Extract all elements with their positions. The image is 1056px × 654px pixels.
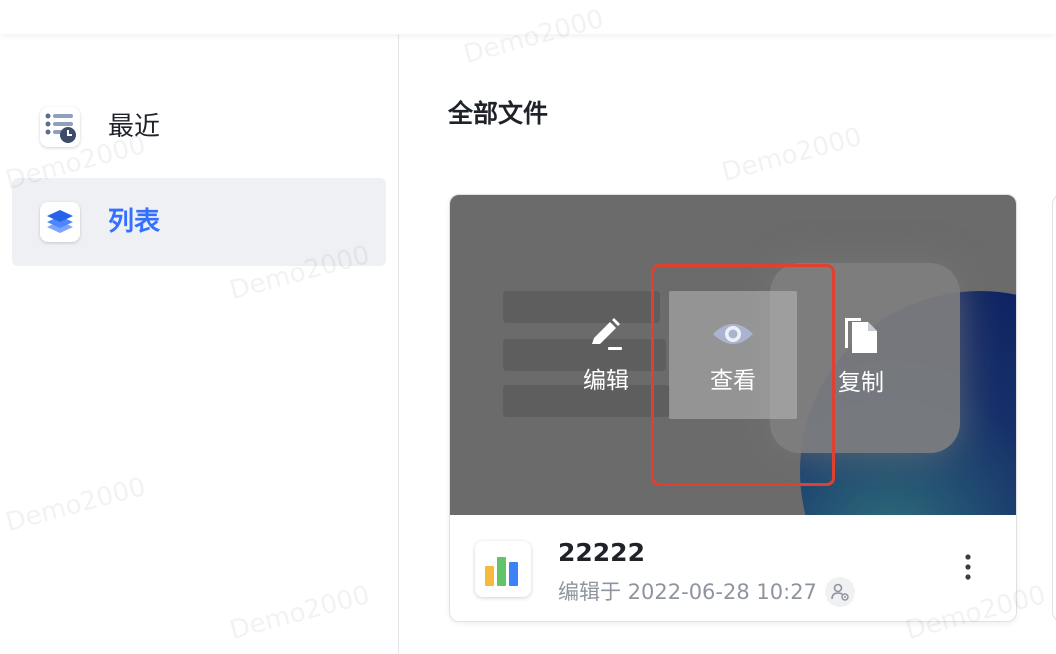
more-options-button[interactable] — [953, 551, 983, 587]
file-card-footer: 22222 编辑于 2022-06-28 10:27 — [450, 515, 1016, 621]
file-card-partial[interactable] — [1052, 194, 1056, 622]
bar-chart-file-icon — [475, 541, 531, 597]
main-content: 全部文件 编辑 查看 复制 22222 编辑于 2022-06-28 10:27 — [400, 34, 1056, 654]
file-name[interactable]: 22222 — [558, 537, 645, 569]
user-settings-icon[interactable] — [824, 577, 855, 607]
file-card-cover: 编辑 查看 复制 — [450, 195, 1016, 515]
file-edit-time: 编辑于 2022-06-28 10:27 — [558, 580, 817, 604]
sidebar-item-list[interactable]: 列表 — [12, 178, 386, 266]
recent-list-clock-icon — [40, 107, 80, 147]
copy-button-label: 复制 — [838, 370, 884, 396]
file-card[interactable]: 编辑 查看 复制 22222 编辑于 2022-06-28 10:27 — [449, 194, 1017, 622]
pencil-icon — [586, 314, 626, 358]
view-highlight-box — [651, 264, 835, 486]
sidebar: 最近 列表 — [0, 34, 399, 654]
edit-button-label: 编辑 — [583, 368, 629, 394]
sidebar-item-label: 列表 — [108, 207, 161, 237]
more-vertical-icon — [964, 553, 972, 585]
top-bar — [0, 0, 1056, 34]
sidebar-item-label: 最近 — [108, 112, 161, 142]
page-title: 全部文件 — [448, 99, 549, 128]
layers-icon — [40, 202, 80, 242]
sidebar-item-recent[interactable]: 最近 — [12, 83, 386, 171]
file-meta: 编辑于 2022-06-28 10:27 — [558, 577, 855, 607]
copy-icon — [841, 312, 881, 360]
